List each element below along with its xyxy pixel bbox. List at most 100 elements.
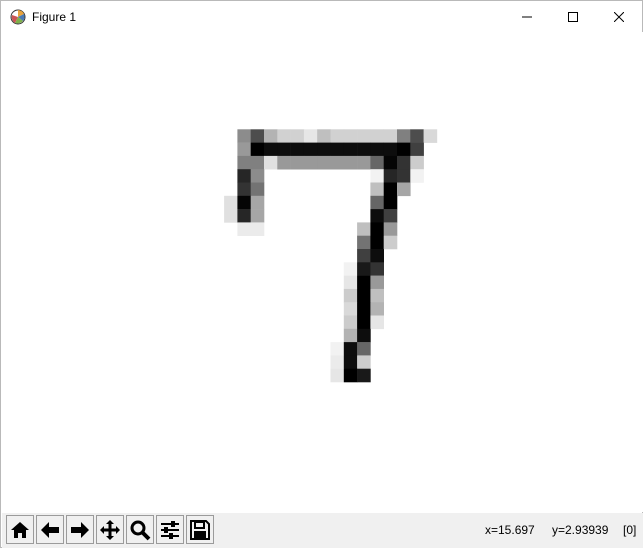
image-pixel xyxy=(250,129,265,143)
window-title: Figure 1 xyxy=(32,10,77,24)
image-pixel xyxy=(237,222,251,236)
image-pixel xyxy=(303,142,318,157)
pan-icon xyxy=(100,519,120,540)
image-pixel xyxy=(370,302,384,316)
image-pixel xyxy=(370,249,384,263)
image-pixel xyxy=(330,355,345,369)
image-pixel xyxy=(343,275,358,290)
image-pixel xyxy=(357,129,371,143)
image-pixel xyxy=(383,129,398,143)
image-pixel xyxy=(250,182,265,197)
matplotlib-logo-icon xyxy=(10,9,26,25)
image-pixel xyxy=(357,235,371,250)
home-button[interactable] xyxy=(6,515,34,544)
image-pixel xyxy=(237,155,251,170)
image-pixel xyxy=(237,195,251,210)
image-pixel xyxy=(250,142,265,157)
cursor-x-readout: x=15.697 xyxy=(485,523,535,537)
forward-button[interactable] xyxy=(66,515,94,544)
home-icon xyxy=(11,521,29,538)
cursor-y-readout: y=2.93939 xyxy=(552,523,609,537)
image-pixel xyxy=(357,302,371,316)
image-pixel xyxy=(397,182,411,197)
image-pixel xyxy=(343,342,358,356)
image-pixel xyxy=(237,182,251,197)
image-pixel xyxy=(264,155,278,170)
image-pixel xyxy=(370,155,384,170)
save-icon xyxy=(190,519,210,540)
image-pixel xyxy=(370,275,384,290)
maximize-button[interactable] xyxy=(550,1,596,32)
close-button[interactable] xyxy=(596,1,642,32)
image-pixel xyxy=(357,155,371,170)
figure-window: Figure 1 x=15.697 y=2.93939 [0] xyxy=(0,0,643,548)
title-bar[interactable]: Figure 1 xyxy=(1,1,642,32)
image-pixel xyxy=(237,209,251,223)
image-pixel xyxy=(410,129,424,143)
image-pixel xyxy=(410,155,424,170)
image-pixel xyxy=(370,209,384,223)
image-pixel xyxy=(330,142,345,157)
image-pixel xyxy=(250,222,265,236)
image-pixel xyxy=(383,169,398,183)
zoom-icon xyxy=(130,520,151,540)
image-pixel xyxy=(303,155,318,170)
back-button[interactable] xyxy=(36,515,64,544)
image-pixel xyxy=(357,275,371,290)
minimize-button[interactable] xyxy=(504,1,550,32)
image-pixel xyxy=(357,288,371,303)
image-pixel xyxy=(383,142,398,157)
image-pixel xyxy=(357,249,371,263)
pan-button[interactable] xyxy=(96,515,124,544)
figure-canvas[interactable] xyxy=(2,32,643,512)
image-pixel xyxy=(330,155,345,170)
image-pixel xyxy=(277,142,291,157)
zoom-button[interactable] xyxy=(126,515,154,544)
image-pixel xyxy=(237,129,251,143)
image-pixel xyxy=(357,368,371,383)
back-icon xyxy=(41,521,59,538)
image-pixel xyxy=(264,142,278,157)
image-pixel xyxy=(343,288,358,303)
image-pixel xyxy=(290,129,305,143)
configure-subplots-button[interactable] xyxy=(156,515,184,544)
forward-icon xyxy=(71,521,89,538)
image-pixel xyxy=(303,129,318,143)
image-pixel xyxy=(343,129,358,143)
image-pixel xyxy=(370,315,384,330)
image-pixel xyxy=(224,209,238,223)
image-pixel xyxy=(423,129,438,143)
image-pixel xyxy=(343,368,358,383)
image-pixel xyxy=(357,142,371,157)
image-pixel xyxy=(343,155,358,170)
image-pixel xyxy=(410,169,424,183)
image-pixel xyxy=(383,195,398,210)
image-pixel xyxy=(397,129,411,143)
pixel-value-readout: [0] xyxy=(623,523,637,537)
image-pixel xyxy=(383,209,398,223)
image-pixel xyxy=(397,169,411,183)
save-button[interactable] xyxy=(186,515,214,544)
image-pixel xyxy=(397,155,411,170)
image-pixel xyxy=(370,235,384,250)
image-pixel xyxy=(250,155,265,170)
image-pixel xyxy=(277,155,291,170)
image-pixel xyxy=(317,129,331,143)
image-pixel xyxy=(264,129,278,143)
image-pixel xyxy=(343,262,358,276)
image-pixel xyxy=(250,169,265,183)
maximize-icon xyxy=(568,11,578,22)
minimize-icon xyxy=(522,16,532,17)
image-pixel xyxy=(357,262,371,276)
image-pixel xyxy=(357,355,371,369)
image-pixel xyxy=(383,155,398,170)
image-pixel xyxy=(410,142,424,157)
image-pixel xyxy=(224,195,238,210)
navigation-toolbar: x=15.697 y=2.93939 [0] xyxy=(2,513,643,548)
image-pixel xyxy=(343,355,358,369)
image-pixel xyxy=(343,315,358,330)
image-pixel xyxy=(250,195,265,210)
image-pixel xyxy=(317,142,331,157)
image-pixel xyxy=(250,209,265,223)
image-pixel xyxy=(317,155,331,170)
